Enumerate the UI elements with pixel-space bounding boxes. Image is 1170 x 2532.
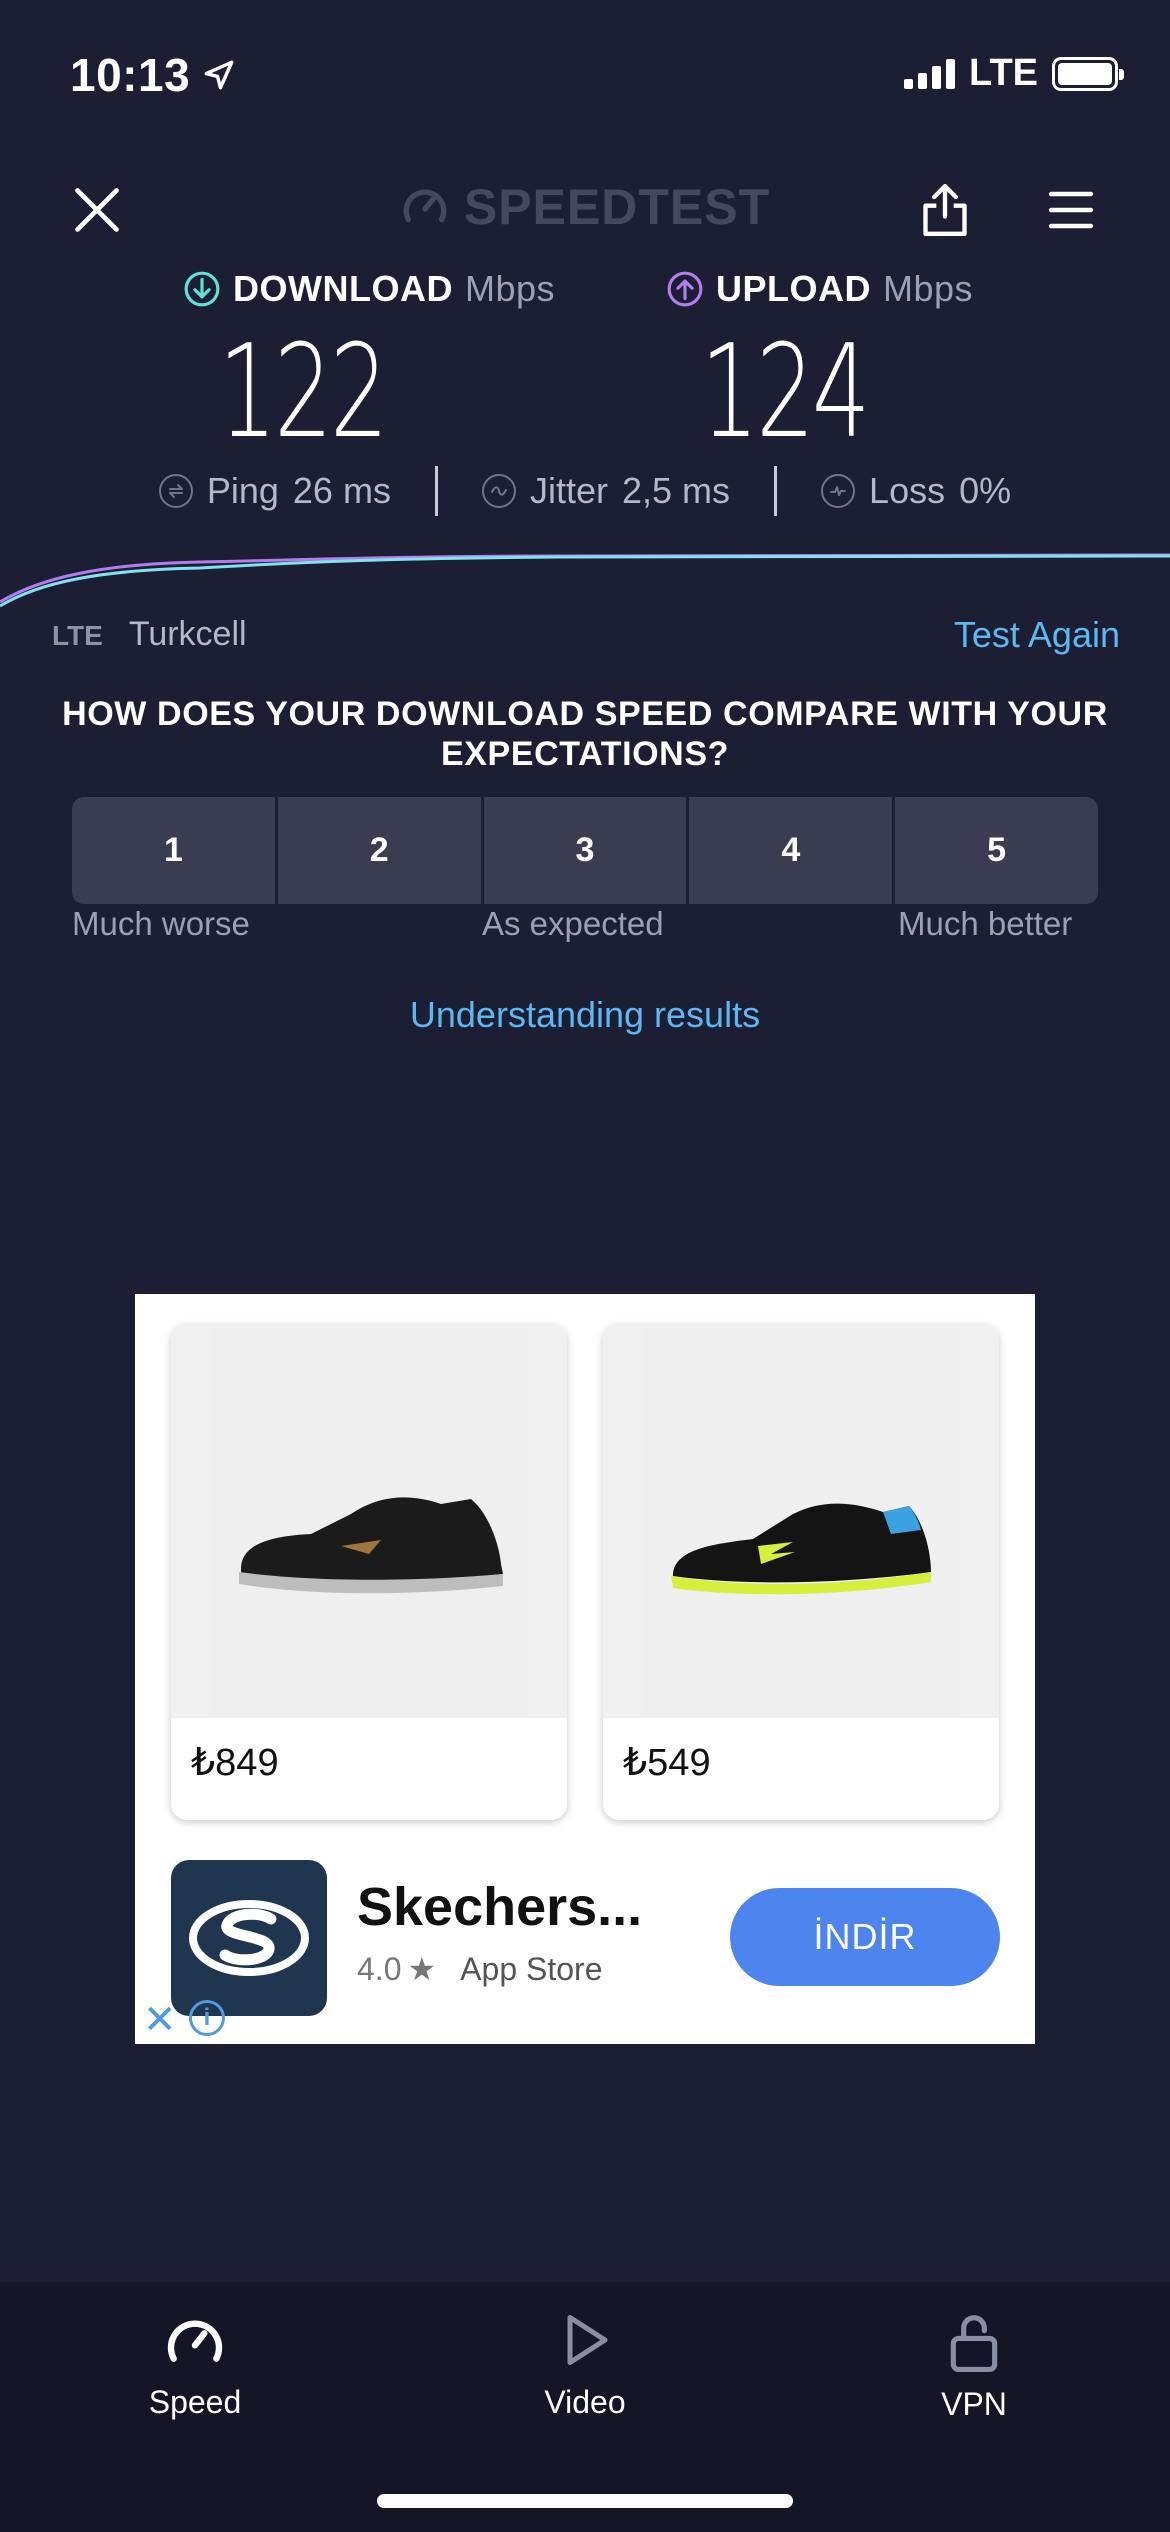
tab-vpn[interactable]: VPN (864, 2310, 1084, 2423)
jitter-icon (481, 474, 516, 508)
tab-video[interactable]: Video (475, 2310, 695, 2421)
ad-info-icon[interactable]: i (189, 2000, 225, 2036)
loss-stat: Loss 0% (777, 470, 1055, 512)
menu-button[interactable] (1036, 175, 1106, 245)
hamburger-menu-icon (1048, 191, 1094, 229)
product-image (603, 1324, 999, 1718)
app-rating: 4.0 (357, 1950, 402, 1987)
ad-product-card[interactable]: ₺849 (171, 1324, 567, 1820)
share-icon (923, 184, 967, 236)
battery-icon (1052, 56, 1124, 91)
tab-speed[interactable]: Speed (85, 2310, 305, 2421)
home-indicator (377, 2494, 793, 2508)
loss-icon (821, 474, 856, 508)
download-label: DOWNLOAD Mbps (183, 268, 555, 310)
skechers-app-icon (171, 1860, 327, 2016)
speedometer-icon (167, 2320, 223, 2362)
jitter-stat: Jitter 2,5 ms (438, 470, 774, 512)
rating-low-label: Much worse (72, 905, 250, 942)
understanding-results-link[interactable]: Understanding results (0, 994, 1170, 1036)
speedtest-gauge-icon (403, 189, 447, 223)
survey-question: HOW DOES YOUR DOWNLOAD SPEED COMPARE WIT… (62, 695, 1108, 773)
rating-options: 1 2 3 4 5 (72, 797, 1098, 904)
rating-option-2[interactable]: 2 (277, 797, 481, 904)
status-time: 10:13 (70, 48, 236, 102)
download-speed-value: 122 (218, 318, 388, 467)
rating-option-3[interactable]: 3 (483, 797, 687, 904)
download-arrow-icon (184, 271, 220, 307)
connection-type: LTE (52, 620, 103, 651)
upload-arrow-icon (667, 271, 703, 307)
rating-high-label: Much better (898, 905, 1073, 942)
app-store-label: App Store (460, 1950, 603, 1987)
app-meta: 4.0 ★ App Store (357, 1950, 602, 1988)
product-image (171, 1324, 567, 1718)
test-again-link[interactable]: Test Again (954, 614, 1120, 656)
ad-product-card[interactable]: ₺549 (603, 1324, 999, 1820)
rating-option-4[interactable]: 4 (689, 797, 893, 904)
rating-option-5[interactable]: 5 (895, 797, 1098, 904)
shoe-image-icon (239, 1497, 503, 1594)
product-price: ₺849 (191, 1742, 279, 1784)
status-indicators: LTE (904, 52, 1124, 95)
share-button[interactable] (910, 175, 980, 245)
network-type: LTE (969, 52, 1038, 94)
upload-label: UPLOAD Mbps (666, 268, 973, 310)
upload-speed-value: 124 (700, 318, 870, 467)
app-name: Skechers... (357, 1877, 643, 1937)
speedtest-logo: SPEEDTEST (0, 178, 1170, 236)
carrier-name: Turkcell (128, 615, 247, 653)
location-arrow-icon (204, 60, 234, 90)
signal-icon (904, 58, 956, 89)
latency-stats: Ping 26 ms Jitter 2,5 ms Loss 0% (0, 466, 1170, 516)
install-button[interactable]: İNDİR (730, 1888, 1000, 1986)
speed-graph (0, 553, 1170, 608)
shoe-image-icon (671, 1503, 931, 1595)
ad-close-icon[interactable]: ✕ (143, 2000, 177, 2040)
star-icon: ★ (407, 1951, 437, 1987)
rating-mid-label: As expected (482, 905, 664, 942)
rating-option-1[interactable]: 1 (72, 797, 275, 904)
lock-icon (950, 2315, 998, 2372)
product-price: ₺549 (623, 1742, 711, 1784)
ping-icon (158, 474, 193, 508)
play-icon (567, 2315, 608, 2365)
connection-info: LTE Turkcell (52, 615, 247, 654)
advertisement[interactable]: ₺849 ₺549 Skechers... 4.0 ★ App Store İN… (135, 1294, 1035, 2044)
ping-stat: Ping 26 ms (115, 470, 435, 512)
